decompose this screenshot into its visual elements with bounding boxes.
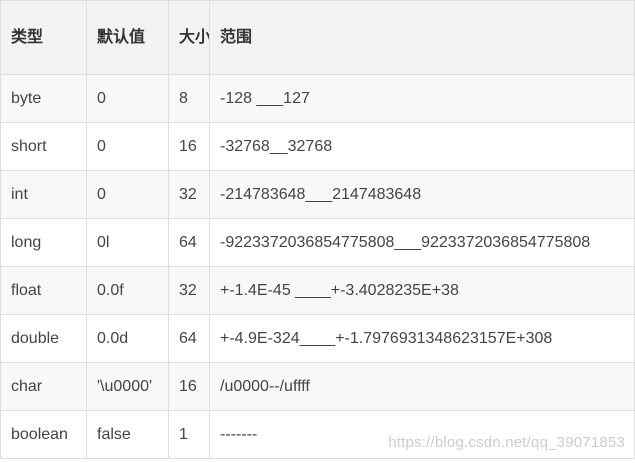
table-row: int 0 32 -214783648___2147483648 [0, 170, 635, 219]
cell-range: -9223372036854775808___92233720368547758… [209, 218, 635, 267]
header-size: 大小 [168, 0, 210, 75]
table-header: 类型 默认值 大小 范围 [0, 0, 635, 75]
cell-range: -214783648___2147483648 [209, 170, 635, 219]
cell-type: boolean [0, 410, 87, 459]
cell-size: 32 [168, 170, 210, 219]
cell-size: 16 [168, 362, 210, 411]
cell-default: 0 [86, 170, 169, 219]
cell-type: float [0, 266, 87, 315]
table-row: double 0.0d 64 +-4.9E-324____+-1.7976931… [0, 314, 635, 363]
watermark-url: https://blog.csdn.net/qq_39071853 [388, 434, 625, 451]
cell-type: short [0, 122, 87, 171]
cell-size: 64 [168, 218, 210, 267]
cell-default: 0 [86, 74, 169, 123]
cell-default: '\u0000' [86, 362, 169, 411]
cell-range: /u0000--/uffff [209, 362, 635, 411]
cell-size: 8 [168, 74, 210, 123]
table-row: float 0.0f 32 +-1.4E-45 ____+-3.4028235E… [0, 266, 635, 315]
cell-range: +-1.4E-45 ____+-3.4028235E+38 [209, 266, 635, 315]
table-row: byte 0 8 -128 ___127 [0, 74, 635, 123]
cell-size: 32 [168, 266, 210, 315]
table-row: short 0 16 -32768__32768 [0, 122, 635, 171]
cell-size: 16 [168, 122, 210, 171]
table-body: byte 0 8 -128 ___127 short 0 16 -32768__… [0, 74, 635, 459]
cell-range: -128 ___127 [209, 74, 635, 123]
cell-default: false [86, 410, 169, 459]
cell-type: byte [0, 74, 87, 123]
cell-default: 0 [86, 122, 169, 171]
cell-default: 0l [86, 218, 169, 267]
header-row: 类型 默认值 大小 范围 [0, 0, 635, 75]
cell-type: long [0, 218, 87, 267]
cell-range: -32768__32768 [209, 122, 635, 171]
table-row: long 0l 64 -9223372036854775808___922337… [0, 218, 635, 267]
cell-type: int [0, 170, 87, 219]
data-types-table: 类型 默认值 大小 范围 byte 0 8 -128 ___127 short … [0, 0, 635, 459]
cell-default: 0.0d [86, 314, 169, 363]
cell-type: char [0, 362, 87, 411]
cell-type: double [0, 314, 87, 363]
cell-range: +-4.9E-324____+-1.7976931348623157E+308 [209, 314, 635, 363]
cell-size: 64 [168, 314, 210, 363]
table-row: char '\u0000' 16 /u0000--/uffff [0, 362, 635, 411]
cell-default: 0.0f [86, 266, 169, 315]
cell-size: 1 [168, 410, 210, 459]
header-type: 类型 [0, 0, 87, 75]
header-default: 默认值 [86, 0, 169, 75]
header-range: 范围 [209, 0, 635, 75]
